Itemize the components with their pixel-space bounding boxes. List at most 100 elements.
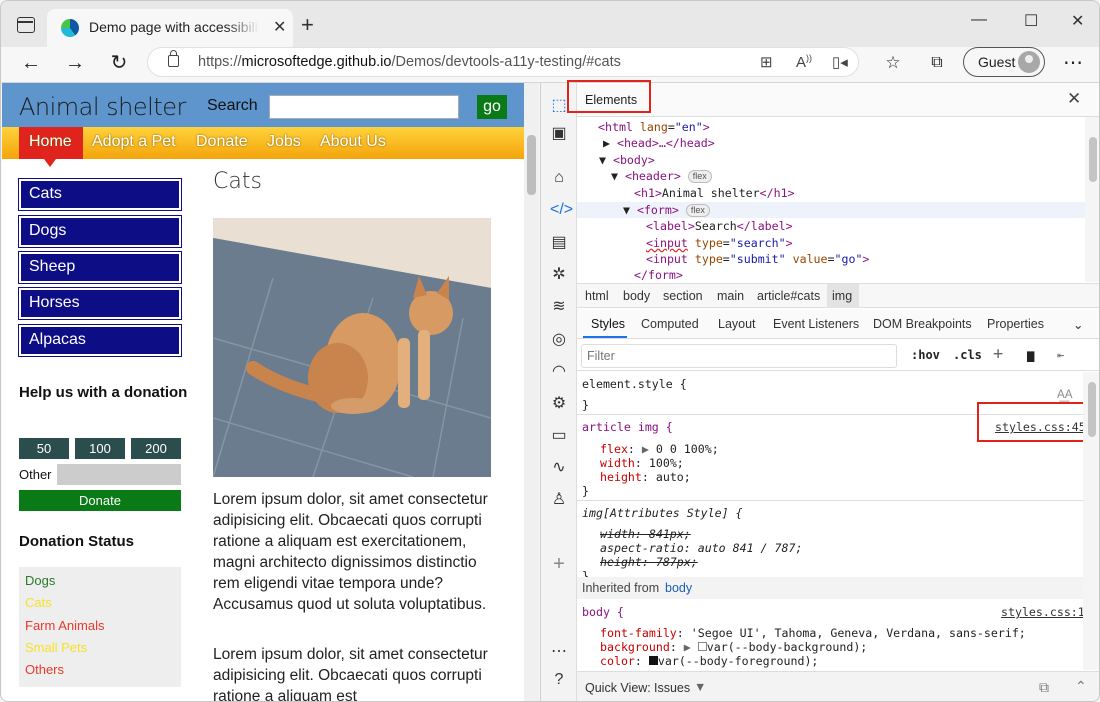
lighthouse-icon[interactable]: ♙ xyxy=(550,491,568,509)
other-amount-input[interactable] xyxy=(57,464,181,485)
new-tab-icon[interactable]: + xyxy=(301,12,314,38)
styles-css-1-link[interactable]: styles.css:1 xyxy=(1001,605,1083,619)
new-rule-icon[interactable]: + xyxy=(993,344,1003,364)
maximize-icon[interactable]: ☐ xyxy=(1024,11,1038,31)
prop-width[interactable]: width: 100%; xyxy=(600,456,684,470)
filter-input[interactable]: Filter xyxy=(581,344,897,368)
dom-node-input-search[interactable]: <input type="search"> xyxy=(646,236,793,250)
performance-icon[interactable]: ◠ xyxy=(550,363,568,381)
page-scroll-thumb[interactable] xyxy=(527,135,536,195)
page-scrollbar[interactable] xyxy=(524,83,539,701)
font-editor-icon[interactable]: A͟A xyxy=(1057,388,1072,401)
breadcrumb-section[interactable]: section xyxy=(663,289,703,303)
back-icon[interactable]: ← xyxy=(17,49,45,77)
performance-monitor-icon[interactable]: ∿ xyxy=(550,459,568,477)
refresh-icon[interactable]: ↻ xyxy=(105,49,133,77)
element-style-selector[interactable]: element.style { xyxy=(582,377,687,391)
tab-actions-icon[interactable] xyxy=(17,17,35,33)
dock-icon[interactable]: ⧉ xyxy=(1039,679,1049,696)
menu-item-donate[interactable]: Donate xyxy=(196,133,248,151)
favorites-icon[interactable]: ☆ xyxy=(879,49,907,77)
dom-node-label[interactable]: <label>Search</label> xyxy=(646,219,793,233)
tab-layout[interactable]: Layout xyxy=(718,317,756,331)
menu-item-adopt[interactable]: Adopt a Pet xyxy=(92,133,176,151)
customize-more-icon[interactable]: ⋯ xyxy=(550,643,568,661)
sidebar-item-dogs[interactable]: Dogs xyxy=(18,215,182,248)
prop-color[interactable]: color: var(--body-foreground); xyxy=(600,654,818,668)
welcome-home-icon[interactable]: ⌂ xyxy=(550,169,568,187)
dom-node-form[interactable]: ▼ <form> flex xyxy=(623,203,710,217)
amount-50-button[interactable]: 50 xyxy=(19,438,69,459)
more-tools-plus-icon[interactable]: + xyxy=(550,554,568,574)
sidebar-item-horses[interactable]: Horses xyxy=(18,287,182,320)
paint-brush-icon[interactable]: ▆ xyxy=(1027,348,1034,362)
breadcrumb-article[interactable]: article#cats xyxy=(757,289,820,303)
dom-node-form-close[interactable]: </form> xyxy=(634,268,683,282)
application-icon[interactable]: ▭ xyxy=(550,427,568,445)
dom-scrollbar[interactable] xyxy=(1085,117,1099,282)
breadcrumb-html[interactable]: html xyxy=(585,289,609,303)
dom-node-header[interactable]: ▼ <header> flex xyxy=(611,169,712,183)
close-tab-icon[interactable]: ✕ xyxy=(273,17,286,37)
menu-item-home[interactable]: Home xyxy=(29,133,72,151)
sources-bug-icon[interactable]: ✲ xyxy=(550,266,568,284)
dom-node-input-submit[interactable]: <input type="submit" value="go"> xyxy=(646,252,869,266)
tab-computed[interactable]: Computed xyxy=(641,317,699,331)
styles-scroll-thumb[interactable] xyxy=(1088,382,1096,437)
address-bar[interactable]: https://microsoftedge.github.io/Demos/de… xyxy=(147,47,859,77)
prop-flex[interactable]: flex: ▶ 0 0 100%; xyxy=(600,442,719,456)
device-emulation-icon[interactable]: ▣ xyxy=(550,125,568,143)
hover-state-button[interactable]: :hov xyxy=(911,348,940,362)
network-icon[interactable]: ≋ xyxy=(550,298,568,316)
chevron-up-icon[interactable]: ⌃ xyxy=(1075,678,1087,695)
more-options-icon[interactable]: ⋯ xyxy=(1059,49,1087,77)
collections-icon[interactable]: ⧉ xyxy=(923,49,951,77)
tab-styles[interactable]: Styles xyxy=(591,317,625,331)
rule-article-img-selector[interactable]: article img { xyxy=(582,420,673,434)
elements-icon[interactable]: </> xyxy=(550,201,573,219)
sidebar-item-alpacas[interactable]: Alpacas xyxy=(18,324,182,357)
rule-body-selector[interactable]: body { xyxy=(582,605,624,619)
dom-node-html[interactable]: <html lang="en"> xyxy=(598,120,710,134)
breadcrumb-main[interactable]: main xyxy=(717,289,744,303)
forward-icon[interactable]: → xyxy=(61,49,89,77)
sidebar-item-sheep[interactable]: Sheep xyxy=(18,251,182,284)
dom-node-head[interactable]: ▶ <head>…</head> xyxy=(603,136,715,150)
quick-view-select[interactable]: Issues xyxy=(654,681,690,695)
dropdown-arrow-icon[interactable]: ▼ xyxy=(694,680,706,694)
browser-tab[interactable]: Demo page with accessibility issues ✕ xyxy=(47,9,293,47)
dom-scroll-thumb[interactable] xyxy=(1089,137,1097,182)
styles-scrollbar[interactable] xyxy=(1083,372,1099,670)
console-icon[interactable]: ▤ xyxy=(550,234,568,252)
search-input[interactable] xyxy=(269,95,459,119)
toggle-sidebar-icon[interactable]: ⇤ xyxy=(1057,348,1064,362)
tab-event-listeners[interactable]: Event Listeners xyxy=(773,317,859,331)
memory-icon[interactable]: ⚙ xyxy=(550,395,568,413)
dom-node-h1[interactable]: <h1>Animal shelter</h1> xyxy=(634,186,795,200)
breadcrumb-img[interactable]: img xyxy=(832,289,852,303)
immersive-reader-icon[interactable]: ▯◂ xyxy=(832,53,848,71)
flex-badge[interactable]: flex xyxy=(685,204,710,217)
tab-dom-breakpoints[interactable]: DOM Breakpoints xyxy=(873,317,972,331)
amount-100-button[interactable]: 100 xyxy=(75,438,125,459)
donate-button[interactable]: Donate xyxy=(19,490,181,511)
sidebar-item-cats[interactable]: Cats xyxy=(18,178,182,211)
close-window-icon[interactable]: ✕ xyxy=(1071,11,1084,31)
help-icon[interactable]: ? xyxy=(550,671,568,689)
minimize-icon[interactable]: — xyxy=(971,11,987,29)
chevron-down-icon[interactable]: ⌄ xyxy=(1073,317,1083,332)
menu-item-about[interactable]: About Us xyxy=(320,133,386,151)
read-aloud-icon[interactable]: A)) xyxy=(796,53,812,71)
flex-badge[interactable]: flex xyxy=(687,170,712,183)
tab-properties[interactable]: Properties xyxy=(987,317,1044,331)
menu-item-jobs[interactable]: Jobs xyxy=(267,133,301,151)
prop-background[interactable]: background: ▶ var(--body-background); xyxy=(600,640,867,654)
inherited-body-link[interactable]: body xyxy=(665,581,692,595)
inspect-icon[interactable]: ⬚ xyxy=(550,97,568,115)
profile-button[interactable]: Guest xyxy=(963,47,1045,77)
lock-icon[interactable] xyxy=(168,50,179,67)
prop-font-family[interactable]: font-family: 'Segoe UI', Tahoma, Geneva,… xyxy=(600,626,1026,640)
go-button[interactable]: go xyxy=(477,95,507,119)
dom-node-body[interactable]: ▼ <body> xyxy=(599,153,655,167)
close-panel-icon[interactable]: ✕ xyxy=(1067,89,1081,109)
